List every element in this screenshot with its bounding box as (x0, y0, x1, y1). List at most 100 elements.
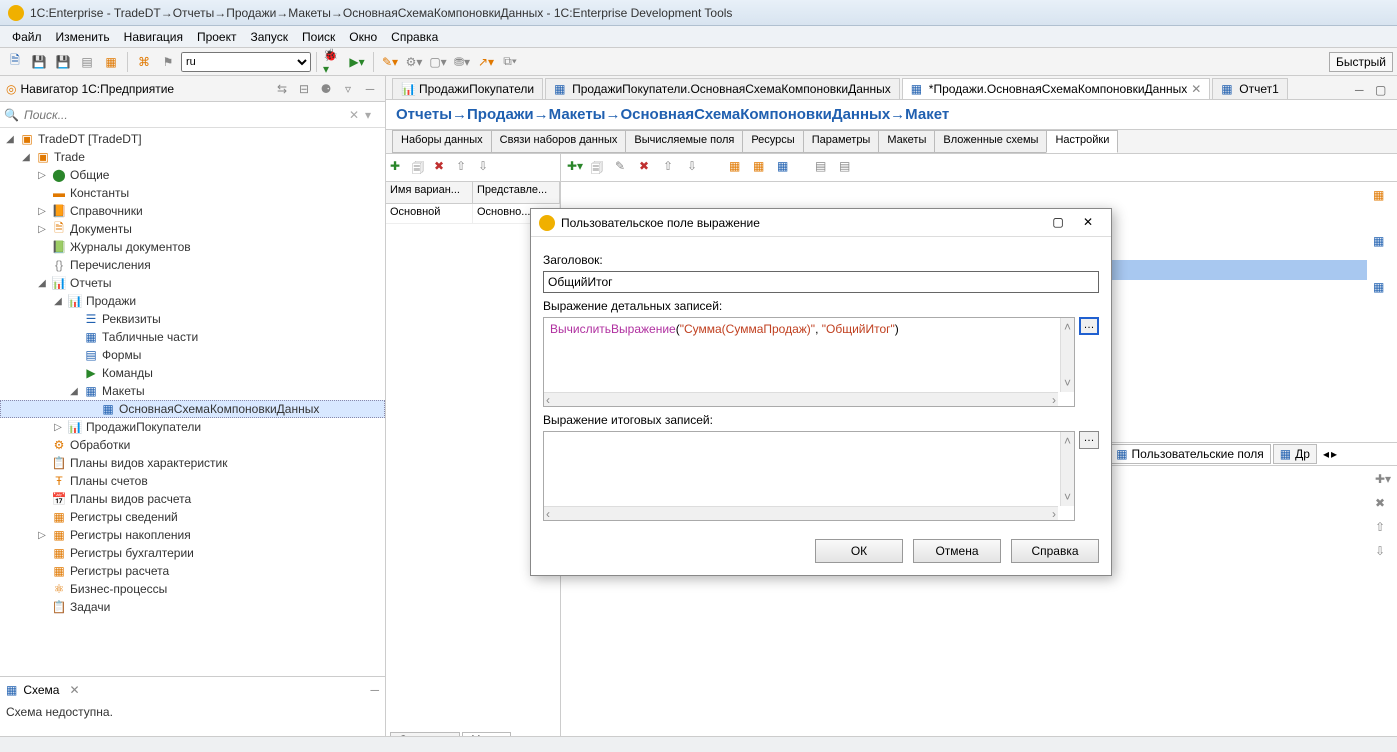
link-icon[interactable]: ⇆ (273, 80, 291, 98)
tree-forms[interactable]: ▤Формы (0, 346, 385, 364)
cfg-tab-calc[interactable]: Вычисляемые поля (625, 130, 743, 153)
ok-button[interactable]: ОК (815, 539, 903, 563)
col-presentation[interactable]: Представле... (473, 182, 560, 203)
dialog-maximize-icon[interactable]: ▢ (1043, 212, 1073, 234)
detail-expr-builder-button[interactable]: … (1079, 317, 1099, 335)
lang-select[interactable]: ru (181, 52, 311, 72)
cfg-tab-links[interactable]: Связи наборов данных (491, 130, 627, 153)
arrow-icon[interactable]: ↗▾ (475, 51, 497, 73)
editor-tab-3[interactable]: ▦*Продажи.ОсновнаяСхемаКомпоновкиДанных✕ (902, 78, 1211, 99)
scroll-left-icon[interactable]: ◂ (1323, 447, 1329, 461)
tree-char-plans[interactable]: 📋Планы видов характеристик (0, 454, 385, 472)
tree-templates[interactable]: ◢▦Макеты (0, 382, 385, 400)
tree-reports[interactable]: ◢📊Отчеты (0, 274, 385, 292)
down-icon[interactable]: ⇩ (478, 159, 496, 177)
tree-doc-journals[interactable]: 📗Журналы документов (0, 238, 385, 256)
menu-search[interactable]: Поиск (296, 28, 341, 46)
add-icon[interactable]: ✚▾ (567, 159, 585, 177)
up-icon[interactable]: ⇧ (456, 159, 474, 177)
editor-tab-1[interactable]: 📊ПродажиПокупатели (392, 78, 543, 99)
wand-icon[interactable]: ✎▾ (379, 51, 401, 73)
delete-icon[interactable]: ✖ (434, 159, 452, 177)
tree-constants[interactable]: ▬Константы (0, 184, 385, 202)
tree-acct-registers[interactable]: ▦Регистры бухгалтерии (0, 544, 385, 562)
tree-report-sales[interactable]: ◢📊Продажи (0, 292, 385, 310)
cfg-tab-resources[interactable]: Ресурсы (742, 130, 803, 153)
tree-enums[interactable]: {}Перечисления (0, 256, 385, 274)
total-expr-builder-button[interactable]: … (1079, 431, 1099, 449)
tree-attributes[interactable]: ☰Реквизиты (0, 310, 385, 328)
bottom-tab-dr[interactable]: ▦Др (1273, 444, 1317, 464)
tree-tabular[interactable]: ▦Табличные части (0, 328, 385, 346)
sidebar-icon-3[interactable]: ▦ (1373, 280, 1391, 298)
script-icon[interactable]: ⌘ (133, 51, 155, 73)
tool-1-icon[interactable]: ▦ (729, 159, 747, 177)
tree-tasks[interactable]: 📋Задачи (0, 598, 385, 616)
tree-main-schema[interactable]: ▦ОсновнаяСхемаКомпоновкиДанных (0, 400, 385, 418)
bug-icon[interactable]: 🐞▾ (322, 51, 344, 73)
cfg-tab-nested[interactable]: Вложенные схемы (934, 130, 1047, 153)
tool-3-icon[interactable]: ▦ (777, 159, 795, 177)
minimize-editor-icon[interactable]: ─ (1355, 83, 1371, 99)
tree-sales-buyers[interactable]: ▷📊ПродажиПокупатели (0, 418, 385, 436)
menu-navigation[interactable]: Навигация (118, 28, 189, 46)
schema-close-icon[interactable]: ✕ (69, 683, 79, 697)
menu-help[interactable]: Справка (385, 28, 444, 46)
configuration-tree[interactable]: ◢▣TradeDT [TradeDT] ◢▣Trade ▷⬤Общие ▬Кон… (0, 128, 385, 676)
edit-icon[interactable]: ✎ (615, 159, 633, 177)
db-icon[interactable]: ⛃▾ (451, 51, 473, 73)
add-icon[interactable]: ✚ (390, 159, 408, 177)
cfg-tab-settings[interactable]: Настройки (1046, 130, 1118, 153)
down-icon[interactable]: ⇩ (687, 159, 705, 177)
console-icon[interactable]: ▤ (76, 51, 98, 73)
sidebar-icon-1[interactable]: ▦ (1373, 188, 1391, 206)
tree-root[interactable]: ◢▣TradeDT [TradeDT] (0, 130, 385, 148)
tool-4-icon[interactable]: ▤ (815, 159, 833, 177)
tree-catalogs[interactable]: ▷📙Справочники (0, 202, 385, 220)
search-input[interactable] (20, 106, 349, 124)
collapse-icon[interactable]: ⊟ (295, 80, 313, 98)
scroll-right-icon[interactable]: ▸ (1331, 447, 1337, 461)
clear-icon[interactable]: ✕ (349, 108, 365, 122)
col-variant-name[interactable]: Имя вариан... (386, 182, 473, 203)
menu-edit[interactable]: Изменить (50, 28, 116, 46)
header-input[interactable] (543, 271, 1099, 293)
up-field-icon[interactable]: ⇧ (1375, 520, 1393, 538)
editor-tab-4[interactable]: ▦Отчет1 (1212, 78, 1288, 99)
toggle-icon[interactable]: ▦ (100, 51, 122, 73)
tree-info-registers[interactable]: ▦Регистры сведений (0, 508, 385, 526)
dropdown-icon[interactable]: ▾ (365, 108, 381, 122)
bottom-tab-userfields[interactable]: ▦Пользовательские поля (1109, 444, 1271, 464)
filter-icon[interactable]: ⚈ (317, 80, 335, 98)
detail-expr-input[interactable]: ВычислитьВыражение("Сумма(СуммаПродаж)",… (543, 317, 1075, 407)
menu-project[interactable]: Проект (191, 28, 243, 46)
tree-commands[interactable]: ▶Команды (0, 364, 385, 382)
editor-tab-2[interactable]: ▦ПродажиПокупатели.ОсновнаяСхемаКомпонов… (545, 78, 900, 99)
tree-documents[interactable]: ▷🗎Документы (0, 220, 385, 238)
tab-close-icon[interactable]: ✕ (1191, 82, 1201, 96)
maximize-editor-icon[interactable]: ▢ (1375, 83, 1391, 99)
tree-calc-registers[interactable]: ▦Регистры расчета (0, 562, 385, 580)
copy-icon[interactable]: 🗐 (412, 159, 430, 177)
new-icon[interactable]: 🗎 (4, 51, 26, 73)
tree-dataprocessors[interactable]: ⚙Обработки (0, 436, 385, 454)
menu-run[interactable]: Запуск (244, 28, 294, 46)
cfg-tab-templates[interactable]: Макеты (878, 130, 935, 153)
xml-icon[interactable]: ⧉▾ (499, 51, 521, 73)
menu-window[interactable]: Окно (343, 28, 383, 46)
flag-icon[interactable]: ⚑ (157, 51, 179, 73)
tree-trade[interactable]: ◢▣Trade (0, 148, 385, 166)
cfg-tab-datasets[interactable]: Наборы данных (392, 130, 492, 153)
copy-icon[interactable]: 🗐 (591, 159, 609, 177)
tool-5-icon[interactable]: ▤ (839, 159, 857, 177)
tree-common[interactable]: ▷⬤Общие (0, 166, 385, 184)
up-icon[interactable]: ⇧ (663, 159, 681, 177)
filter-icon[interactable]: ⚙▾ (403, 51, 425, 73)
delete-field-icon[interactable]: ✖ (1375, 496, 1393, 514)
box-icon[interactable]: ▢▾ (427, 51, 449, 73)
down-field-icon[interactable]: ⇩ (1375, 544, 1393, 562)
save-all-icon[interactable]: 💾 (52, 51, 74, 73)
help-button[interactable]: Справка (1011, 539, 1099, 563)
tree-accum-registers[interactable]: ▷▦Регистры накопления (0, 526, 385, 544)
tool-2-icon[interactable]: ▦ (753, 159, 771, 177)
